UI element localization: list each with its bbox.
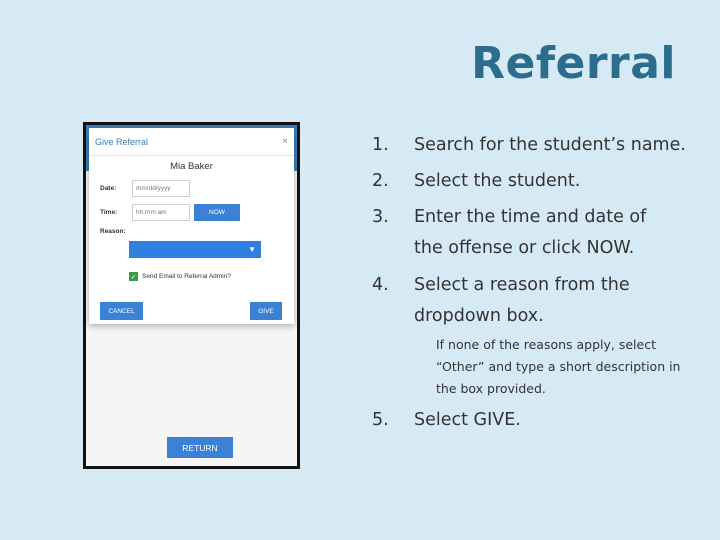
dialog-title: Give Referral: [95, 136, 149, 147]
time-input[interactable]: [132, 204, 190, 221]
give-referral-dialog: Give Referral × Mia Baker Date: Time: NO…: [89, 128, 294, 324]
step-number: 1.: [372, 135, 389, 155]
chevron-down-icon: ▼: [248, 245, 256, 254]
close-icon[interactable]: ×: [282, 136, 288, 147]
cancel-button[interactable]: CANCEL: [100, 302, 143, 320]
reason-label: Reason:: [100, 228, 126, 235]
step-text: Select GIVE.: [414, 410, 521, 430]
time-label: Time:: [100, 209, 118, 216]
step-text: Enter the time and date of the offense o…: [414, 207, 647, 258]
now-button[interactable]: NOW: [194, 204, 240, 221]
step-text: Select a reason from the dropdown box.: [414, 275, 630, 326]
reason-dropdown[interactable]: ▼: [129, 241, 261, 258]
step-text: Search for the student’s name.: [414, 135, 686, 155]
step-4-note: If none of the reasons apply, select “Ot…: [436, 337, 681, 396]
return-button[interactable]: RETURN: [167, 437, 233, 458]
dialog-header: Give Referral ×: [89, 128, 294, 156]
app-screen: Give Referral × Mia Baker Date: Time: NO…: [86, 125, 297, 466]
send-email-checkbox[interactable]: ✓: [129, 272, 138, 281]
student-name: Mia Baker: [170, 161, 213, 172]
send-email-label: Send Email to Referral Admin?: [142, 273, 231, 280]
step-number: 2.: [372, 171, 389, 191]
date-label: Date:: [100, 185, 117, 192]
date-input[interactable]: [132, 180, 190, 197]
slide-title: Referral: [471, 38, 676, 89]
step-number: 5.: [372, 410, 389, 430]
step-number: 3.: [372, 207, 389, 227]
app-screenshot: Give Referral × Mia Baker Date: Time: NO…: [83, 122, 300, 469]
step-text: Select the student.: [414, 171, 581, 191]
send-email-row[interactable]: ✓ Send Email to Referral Admin?: [129, 272, 231, 281]
step-number: 4.: [372, 275, 389, 295]
give-button[interactable]: GIVE: [250, 302, 282, 320]
